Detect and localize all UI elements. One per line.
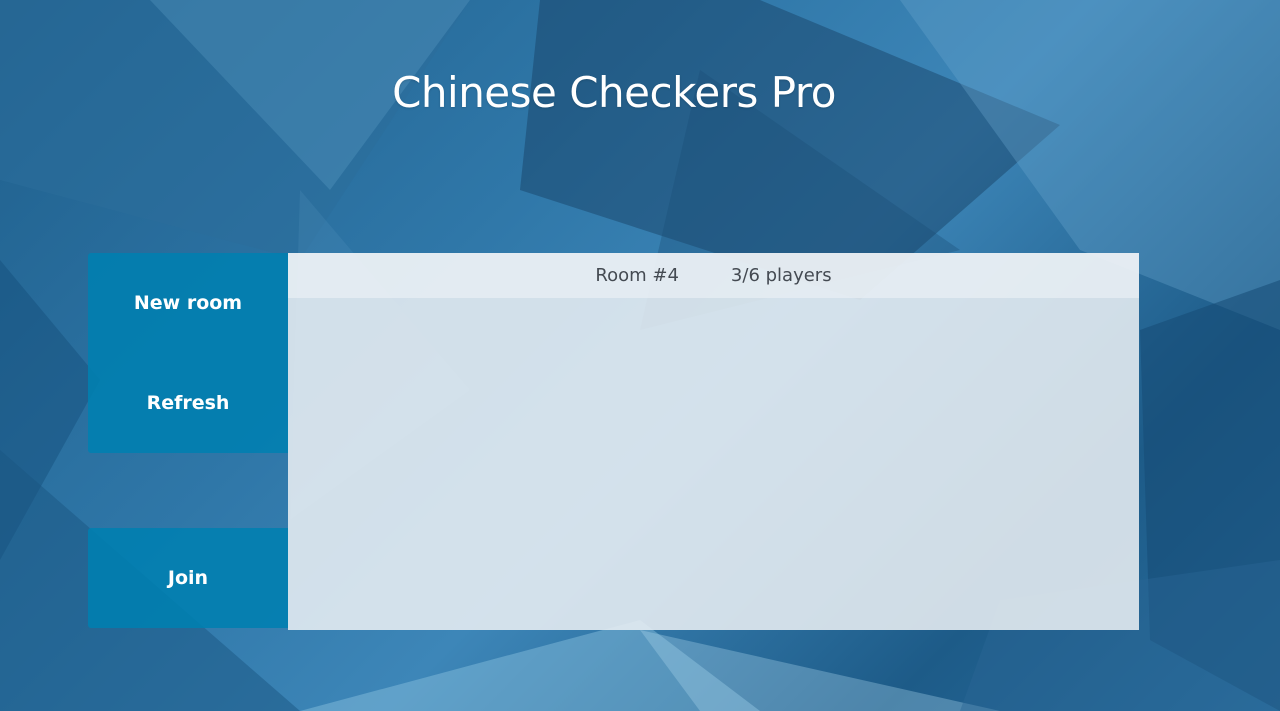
page-title: Chinese Checkers Pro <box>392 68 836 117</box>
room-name: Room #4 <box>595 265 679 286</box>
room-list: Room #4 3/6 players <box>288 253 1139 630</box>
new-room-button[interactable]: New room <box>88 253 288 353</box>
room-list-item[interactable]: Room #4 3/6 players <box>288 253 1139 298</box>
refresh-button[interactable]: Refresh <box>88 353 288 453</box>
lobby-screen: Chinese Checkers Pro New room Refresh Jo… <box>0 0 1280 711</box>
join-button[interactable]: Join <box>88 528 288 628</box>
room-player-count: 3/6 players <box>730 265 832 286</box>
